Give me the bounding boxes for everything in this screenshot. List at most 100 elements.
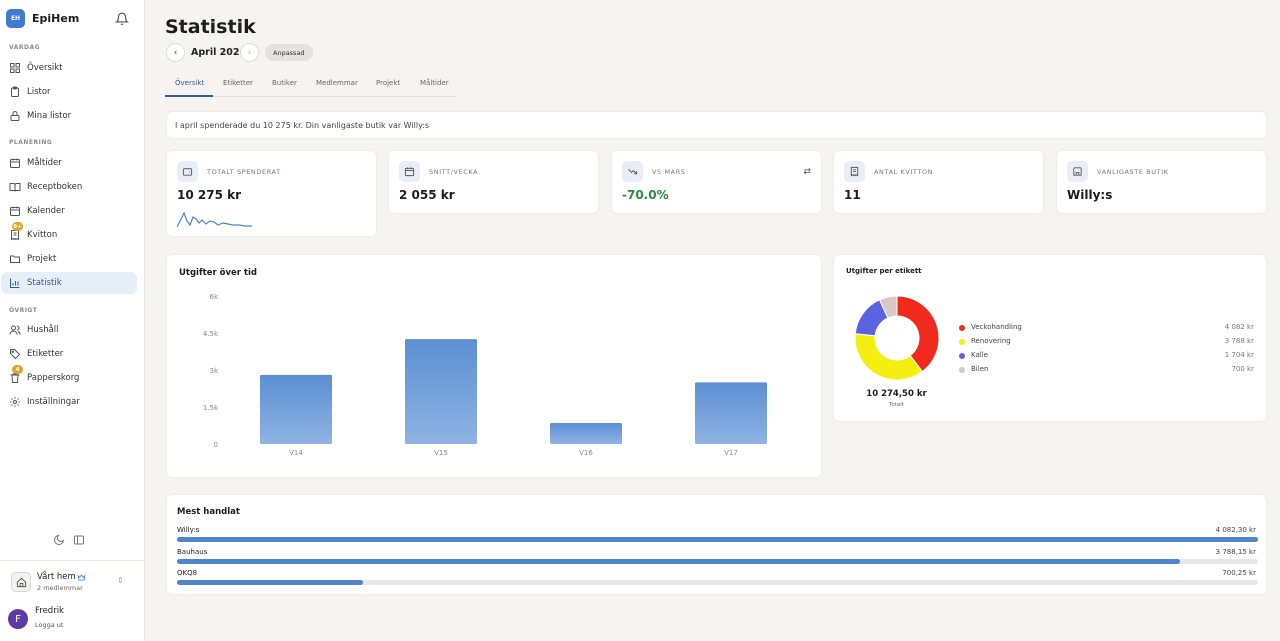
sidebar-item-papperskorg[interactable]: 4 Papperskorg: [1, 365, 137, 389]
sidebar-item-hushall[interactable]: Hushåll: [1, 319, 137, 341]
app-name: EpiHem: [32, 12, 80, 25]
app-logo: EH: [6, 9, 25, 28]
trend-down-icon: [622, 161, 643, 182]
sidebar-item-oversikt[interactable]: Översikt: [1, 57, 137, 79]
calendar-icon: [10, 158, 20, 168]
sidebar-item-statistik[interactable]: Statistik: [1, 272, 137, 294]
page-title: Statistik: [165, 16, 256, 38]
notification-badge: 4: [12, 365, 23, 374]
sidebar-item-label: Listor: [27, 87, 51, 97]
donut-total-label: Totalt: [888, 402, 904, 408]
sidebar-item-label: Papperskorg: [27, 373, 80, 383]
receipt-icon: [844, 161, 865, 182]
sidebar: EH EpiHem VARDAG Översikt Listor Mina li…: [0, 0, 145, 641]
kpi-top-store: VANLIGASTE BUTIK Willy:s: [1056, 150, 1267, 214]
progress-fill: [177, 580, 363, 585]
spending-by-tag-card: Utgifter per etikett 10 274,50 kr Totalt…: [833, 254, 1267, 422]
sidebar-item-installningar[interactable]: Inställningar: [1, 391, 137, 413]
section-label-ovrigt: ÖVRIGT: [9, 307, 38, 314]
bar-v14[interactable]: [260, 374, 332, 444]
avatar[interactable]: F: [8, 609, 28, 629]
household-switcher[interactable]: Vårt hem 2 medlemmar ⇕: [0, 560, 145, 600]
chart-title: Utgifter över tid: [179, 268, 257, 278]
book-icon: [9, 183, 21, 192]
store-name: OKQ8: [177, 569, 198, 577]
user-name: Fredrik: [35, 606, 64, 616]
tab-bar: Översikt Etiketter Butiker Medlemmar Pro…: [165, 74, 457, 97]
section-label-vardag: VARDAG: [9, 44, 41, 51]
sidebar-item-etiketter[interactable]: Etiketter: [1, 343, 137, 365]
legend-label: Veckohandling: [971, 323, 1022, 331]
bar-v17[interactable]: [695, 382, 767, 444]
chevron-left-icon: ‹: [173, 47, 178, 58]
sidebar-item-kalender[interactable]: Kalender: [1, 200, 137, 222]
legend-swatch: [959, 367, 965, 373]
moon-icon[interactable]: [53, 534, 65, 546]
sidebar-item-kvitton[interactable]: 9+ Kvitton: [1, 222, 137, 246]
spending-over-time-card: Utgifter över tid 0 1.5k 3k 4.5k 6k V14 V15 V16…: [166, 254, 822, 478]
custom-period-button[interactable]: Anpassad: [265, 44, 313, 61]
sidebar-item-receptboken[interactable]: Receptboken: [1, 176, 137, 198]
summary-banner: I april spenderade du 10 275 kr. Din van…: [166, 111, 1267, 139]
kpi-total-spent: TOTALT SPENDERAT 10 275 kr: [166, 150, 377, 237]
sidebar-item-label: Inställningar: [27, 397, 80, 407]
kpi-label: ANTAL KVITTON: [874, 168, 934, 176]
tab-projekt[interactable]: Projekt: [376, 79, 400, 87]
brand[interactable]: EH EpiHem: [6, 9, 79, 28]
kpi-value: 10 275 kr: [177, 188, 242, 202]
store-amount: 4 082,30 kr: [1215, 526, 1256, 534]
sidebar-item-mina-listor[interactable]: Mina listor: [1, 105, 137, 127]
kpi-label: SNITT/VECKA: [429, 168, 479, 176]
donut-chart: [854, 295, 940, 381]
progress-track: [177, 537, 1258, 542]
y-tick-label: 1.5k: [203, 404, 219, 412]
progress-track: [177, 580, 1258, 585]
sidebar-item-label: Statistik: [27, 278, 62, 288]
sidebar-item-maltider[interactable]: Måltider: [1, 152, 137, 174]
sidebar-item-label: Mina listor: [27, 111, 72, 121]
legend-swatch: [959, 353, 965, 359]
lock-icon: [10, 111, 20, 121]
wallet-icon: [177, 161, 198, 182]
home-icon: [11, 572, 31, 592]
store-name: Bauhaus: [177, 547, 208, 556]
y-tick-label: 6k: [209, 293, 218, 301]
tab-butiker[interactable]: Butiker: [272, 79, 297, 87]
sidebar-item-projekt[interactable]: Projekt: [1, 248, 137, 270]
notification-badge: 9+: [12, 222, 23, 231]
previous-period-button[interactable]: ‹: [166, 43, 185, 62]
household-name: Vårt hem: [37, 572, 76, 582]
store-amount: 700,25 kr: [1222, 569, 1256, 577]
kpi-receipt-count: ANTAL KVITTON 11: [833, 150, 1044, 214]
legend-label: Kalle: [971, 351, 988, 359]
kpi-avg-week: SNITT/VECKA 2 055 kr: [388, 150, 599, 214]
sidebar-item-label: Receptboken: [27, 182, 83, 192]
chevron-right-icon: ›: [247, 47, 252, 58]
store-amount: 3 788,15 kr: [1215, 547, 1256, 556]
summary-text: I april spenderade du 10 275 kr. Din van…: [175, 121, 430, 130]
kpi-label: VS MARS: [652, 168, 686, 176]
household-members: 2 medlemmar: [37, 584, 83, 592]
tab-maltider[interactable]: Måltider: [420, 79, 449, 87]
bell-icon[interactable]: [115, 12, 129, 26]
tab-medlemmar[interactable]: Medlemmar: [316, 79, 358, 87]
active-tab-indicator: [165, 95, 213, 97]
bar-v16[interactable]: [550, 423, 622, 444]
calendar-icon: [399, 161, 420, 182]
kpi-value: 2 055 kr: [399, 188, 455, 202]
logout-link[interactable]: Logga ut: [35, 621, 63, 629]
swap-icon[interactable]: ⇄: [803, 167, 811, 177]
tag-icon: [10, 349, 21, 360]
section-label-planering: PLANERING: [9, 139, 53, 146]
bar-v15[interactable]: [405, 339, 477, 444]
sidebar-toggle-icon[interactable]: [73, 534, 85, 546]
tab-etiketter[interactable]: Etiketter: [223, 79, 253, 87]
kpi-value: -70.0%: [622, 188, 669, 202]
next-period-button[interactable]: ›: [240, 43, 259, 62]
sidebar-item-listor[interactable]: Listor: [1, 81, 137, 103]
folder-icon: [10, 255, 20, 263]
tab-oversikt[interactable]: Översikt: [175, 79, 204, 87]
kpi-value: 11: [844, 188, 861, 202]
sidebar-item-label: Måltider: [27, 158, 62, 168]
sidebar-item-label: Kvitton: [27, 230, 58, 240]
